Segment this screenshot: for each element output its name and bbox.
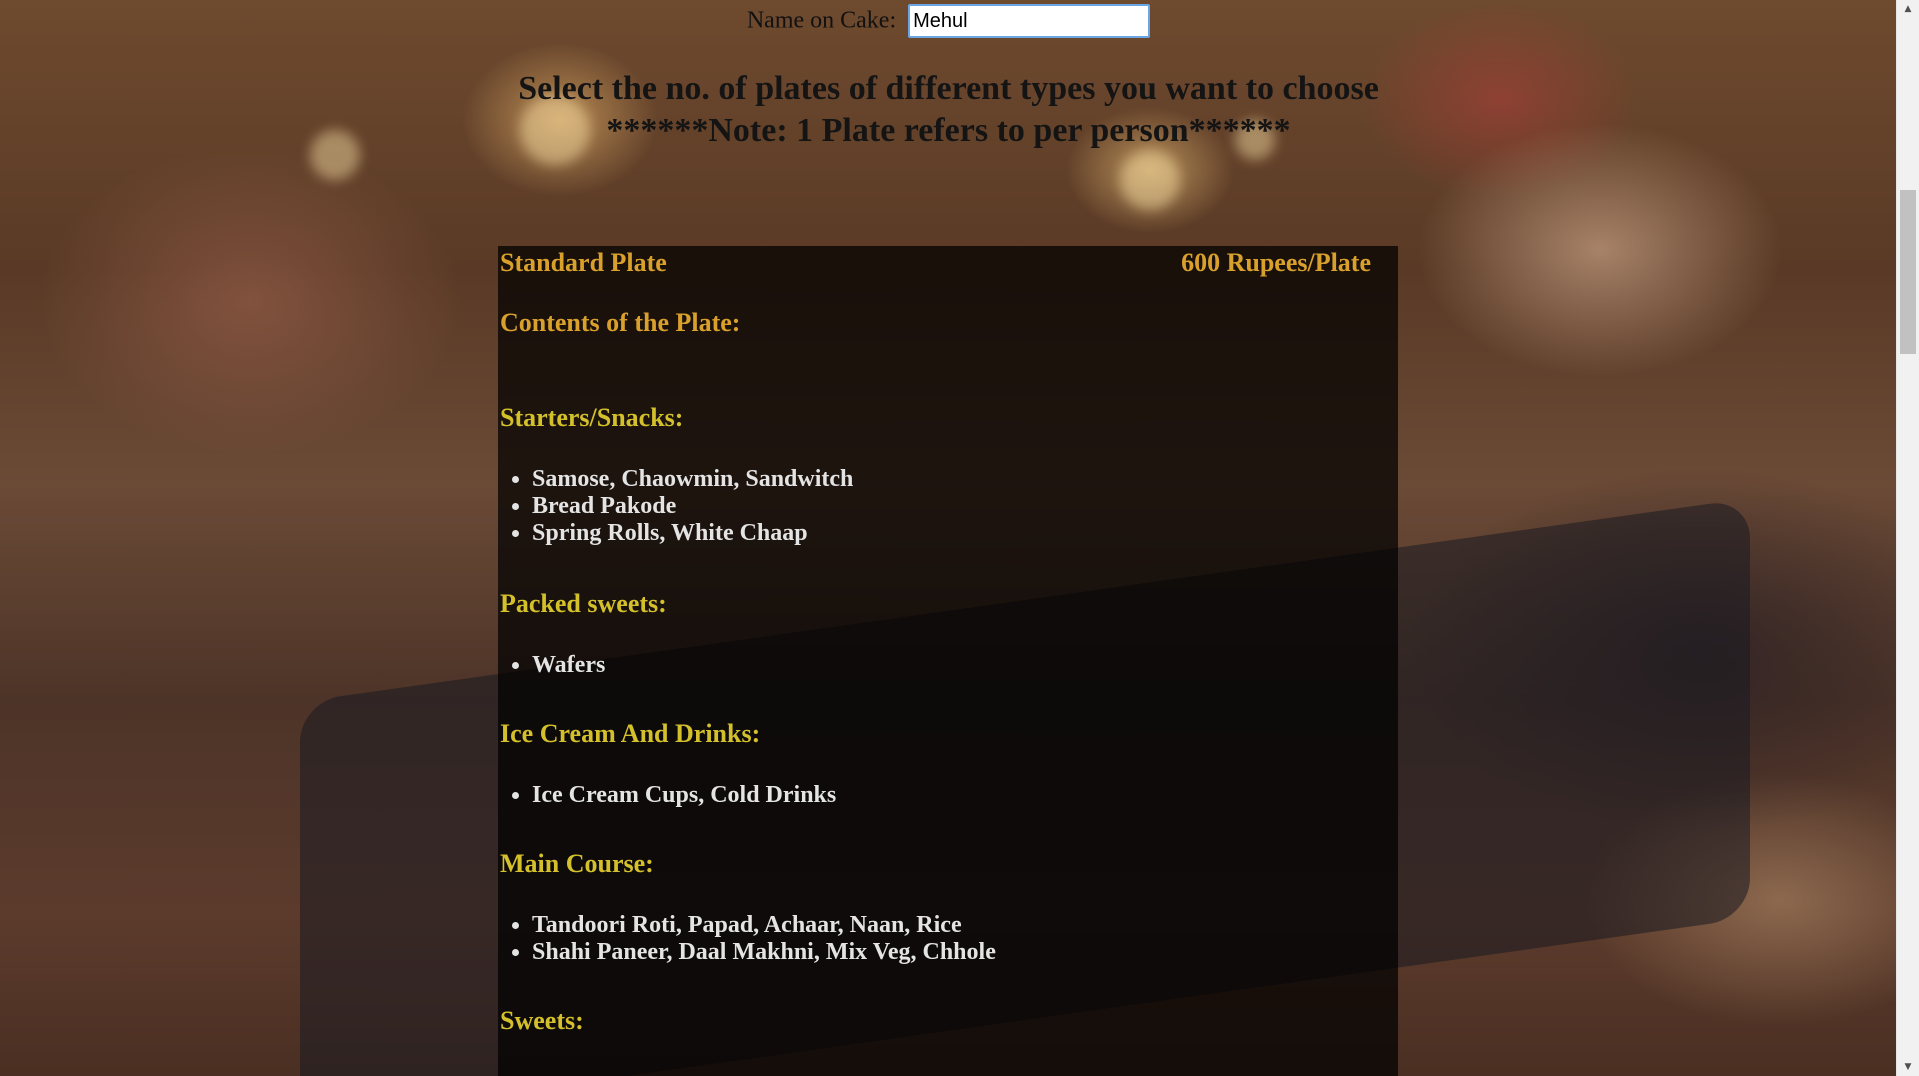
cake-name-row: Name on Cake: xyxy=(0,4,1897,38)
page-scrollbar[interactable]: ▲ ▼ xyxy=(1896,0,1919,1076)
section-title-packed-sweets: Packed sweets: xyxy=(500,589,667,618)
list-item: Ice Cream Cups, Cold Drinks xyxy=(532,782,836,809)
list-item: Bread Pakode xyxy=(532,493,853,520)
plate-name: Standard Plate xyxy=(500,248,667,277)
list-item: Samose, Chaowmin, Sandwitch xyxy=(532,466,853,493)
main-course-list: Tandoori Roti, Papad, Achaar, Naan, Rice… xyxy=(498,912,996,966)
plates-instruction-title: Select the no. of plates of different ty… xyxy=(518,70,1379,107)
section-title-ice-cream-drinks: Ice Cream And Drinks: xyxy=(500,719,761,748)
list-item: Shahi Paneer, Daal Makhni, Mix Veg, Chho… xyxy=(532,939,996,966)
plate-price: 600 Rupees/Plate xyxy=(1181,248,1371,277)
plates-instruction: Select the no. of plates of different ty… xyxy=(0,68,1897,152)
cake-name-label: Name on Cake: xyxy=(746,7,897,34)
plate-header: Standard Plate 600 Rupees/Plate xyxy=(500,248,1371,284)
cake-name-input[interactable] xyxy=(908,4,1151,38)
plate-contents-title: Contents of the Plate: xyxy=(500,308,741,337)
list-item: Tandoori Roti, Papad, Achaar, Naan, Rice xyxy=(532,912,996,939)
list-item: Wafers xyxy=(532,652,605,679)
list-item: Spring Rolls, White Chaap xyxy=(532,520,853,547)
section-title-sweets: Sweets: xyxy=(500,1006,584,1035)
starters-list: Samose, Chaowmin, Sandwitch Bread Pakode… xyxy=(498,466,853,547)
standard-plate-card: Standard Plate 600 Rupees/Plate Contents… xyxy=(498,246,1398,1076)
scrollbar-thumb[interactable] xyxy=(1900,190,1916,354)
scroll-up-icon[interactable]: ▲ xyxy=(1897,0,1919,18)
section-title-main-course: Main Course: xyxy=(500,849,654,878)
section-title-starters: Starters/Snacks: xyxy=(500,403,684,432)
packed-sweets-list: Wafers xyxy=(498,652,605,679)
plates-instruction-note: ******Note: 1 Plate refers to per person… xyxy=(606,112,1291,149)
ice-cream-drinks-list: Ice Cream Cups, Cold Drinks xyxy=(498,782,836,809)
scroll-down-icon[interactable]: ▼ xyxy=(1897,1058,1919,1076)
